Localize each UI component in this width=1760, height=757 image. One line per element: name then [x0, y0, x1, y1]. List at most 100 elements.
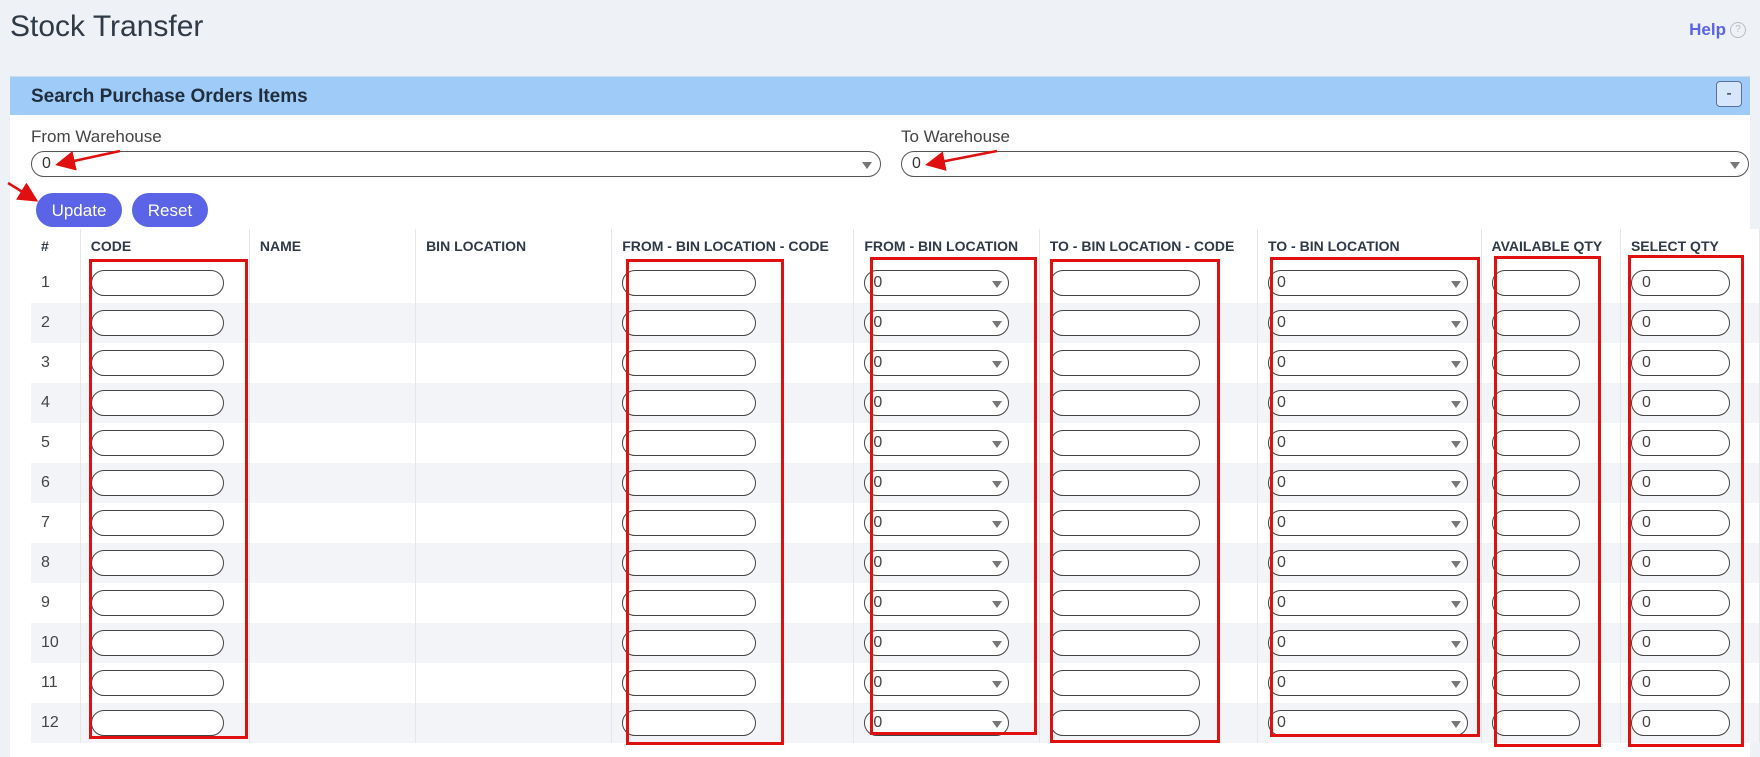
from-bin-code-input[interactable]: [622, 350, 757, 376]
code-input[interactable]: [90, 350, 224, 376]
to-bin-code-input[interactable]: [1049, 430, 1200, 456]
from-bin-select[interactable]: 0: [864, 310, 1010, 336]
to-bin-select[interactable]: 0: [1267, 310, 1468, 336]
to-bin-code-input[interactable]: [1049, 350, 1200, 376]
help-icon[interactable]: ?: [1730, 22, 1746, 38]
from-warehouse-select[interactable]: 0: [31, 151, 881, 177]
from-bin-select[interactable]: 0: [864, 710, 1010, 736]
from-bin-select[interactable]: 0: [864, 430, 1010, 456]
column-header[interactable]: TO - BIN LOCATION: [1257, 229, 1482, 263]
column-header[interactable]: AVAILABLE QTY: [1481, 229, 1621, 263]
code-input[interactable]: [90, 470, 224, 496]
from-bin-code-input[interactable]: [622, 510, 757, 536]
column-header[interactable]: TO - BIN LOCATION - CODE: [1039, 229, 1258, 263]
select-qty-input[interactable]: 0: [1630, 470, 1730, 496]
from-bin-select[interactable]: 0: [864, 550, 1010, 576]
code-input[interactable]: [90, 430, 224, 456]
to-bin-select[interactable]: 0: [1267, 550, 1468, 576]
to-warehouse-select[interactable]: 0: [901, 151, 1749, 177]
from-bin-code-input[interactable]: [622, 430, 757, 456]
to-bin-select[interactable]: 0: [1267, 630, 1468, 656]
column-header[interactable]: NAME: [249, 229, 417, 263]
select-qty-input[interactable]: 0: [1630, 710, 1730, 736]
available-qty-input[interactable]: [1491, 710, 1580, 736]
available-qty-input[interactable]: [1491, 470, 1580, 496]
from-bin-code-input[interactable]: [622, 590, 757, 616]
code-input[interactable]: [90, 310, 224, 336]
to-bin-select[interactable]: 0: [1267, 710, 1468, 736]
code-input[interactable]: [90, 630, 224, 656]
available-qty-input[interactable]: [1491, 310, 1580, 336]
column-header[interactable]: BIN LOCATION: [415, 229, 613, 263]
code-input[interactable]: [90, 270, 224, 296]
from-bin-select[interactable]: 0: [864, 630, 1010, 656]
available-qty-input[interactable]: [1491, 630, 1580, 656]
from-bin-select[interactable]: 0: [864, 470, 1010, 496]
column-header[interactable]: #: [31, 229, 81, 263]
from-bin-code-input[interactable]: [622, 630, 757, 656]
available-qty-input[interactable]: [1491, 510, 1580, 536]
code-input[interactable]: [90, 510, 224, 536]
to-bin-code-input[interactable]: [1049, 270, 1200, 296]
to-bin-select[interactable]: 0: [1267, 670, 1468, 696]
to-bin-code-input[interactable]: [1049, 390, 1200, 416]
code-input[interactable]: [90, 550, 224, 576]
from-bin-select[interactable]: 0: [864, 590, 1010, 616]
available-qty-input[interactable]: [1491, 550, 1580, 576]
available-qty-input[interactable]: [1491, 270, 1580, 296]
from-bin-select[interactable]: 0: [864, 270, 1010, 296]
available-qty-input[interactable]: [1491, 670, 1580, 696]
column-header[interactable]: SELECT QTY: [1620, 229, 1760, 263]
from-bin-code-input[interactable]: [622, 310, 757, 336]
to-bin-code-input[interactable]: [1049, 710, 1200, 736]
select-qty-input[interactable]: 0: [1630, 590, 1730, 616]
to-bin-code-input[interactable]: [1049, 310, 1200, 336]
select-qty-input[interactable]: 0: [1630, 310, 1730, 336]
available-qty-input[interactable]: [1491, 430, 1580, 456]
help-link[interactable]: Help: [1689, 20, 1726, 40]
column-header[interactable]: CODE: [80, 229, 250, 263]
from-bin-code-input[interactable]: [622, 270, 757, 296]
to-bin-code-input[interactable]: [1049, 590, 1200, 616]
select-qty-input[interactable]: 0: [1630, 430, 1730, 456]
to-bin-select[interactable]: 0: [1267, 350, 1468, 376]
column-header[interactable]: FROM - BIN LOCATION - CODE: [611, 229, 855, 263]
to-bin-select[interactable]: 0: [1267, 470, 1468, 496]
reset-button[interactable]: Reset: [132, 193, 208, 227]
select-qty-input[interactable]: 0: [1630, 270, 1730, 296]
to-bin-code-input[interactable]: [1049, 670, 1200, 696]
to-bin-select[interactable]: 0: [1267, 390, 1468, 416]
to-bin-select[interactable]: 0: [1267, 270, 1468, 296]
to-bin-code-input[interactable]: [1049, 550, 1200, 576]
to-bin-code-input[interactable]: [1049, 510, 1200, 536]
to-bin-select[interactable]: 0: [1267, 430, 1468, 456]
code-input[interactable]: [90, 710, 224, 736]
collapse-button[interactable]: -: [1716, 81, 1742, 107]
to-bin-select[interactable]: 0: [1267, 590, 1468, 616]
from-bin-code-input[interactable]: [622, 550, 757, 576]
code-input[interactable]: [90, 590, 224, 616]
select-qty-input[interactable]: 0: [1630, 350, 1730, 376]
to-bin-code-input[interactable]: [1049, 630, 1200, 656]
from-bin-select[interactable]: 0: [864, 510, 1010, 536]
from-bin-select[interactable]: 0: [864, 390, 1010, 416]
update-button[interactable]: Update: [36, 193, 122, 227]
code-input[interactable]: [90, 670, 224, 696]
select-qty-input[interactable]: 0: [1630, 630, 1730, 656]
column-header[interactable]: FROM - BIN LOCATION: [853, 229, 1040, 263]
select-qty-input[interactable]: 0: [1630, 510, 1730, 536]
select-qty-input[interactable]: 0: [1630, 390, 1730, 416]
from-bin-code-input[interactable]: [622, 670, 757, 696]
code-input[interactable]: [90, 390, 224, 416]
available-qty-input[interactable]: [1491, 350, 1580, 376]
select-qty-input[interactable]: 0: [1630, 550, 1730, 576]
to-bin-select[interactable]: 0: [1267, 510, 1468, 536]
from-bin-code-input[interactable]: [622, 470, 757, 496]
from-bin-select[interactable]: 0: [864, 350, 1010, 376]
from-bin-select[interactable]: 0: [864, 670, 1010, 696]
from-bin-code-input[interactable]: [622, 710, 757, 736]
to-bin-code-input[interactable]: [1049, 470, 1200, 496]
from-bin-code-input[interactable]: [622, 390, 757, 416]
select-qty-input[interactable]: 0: [1630, 670, 1730, 696]
available-qty-input[interactable]: [1491, 390, 1580, 416]
